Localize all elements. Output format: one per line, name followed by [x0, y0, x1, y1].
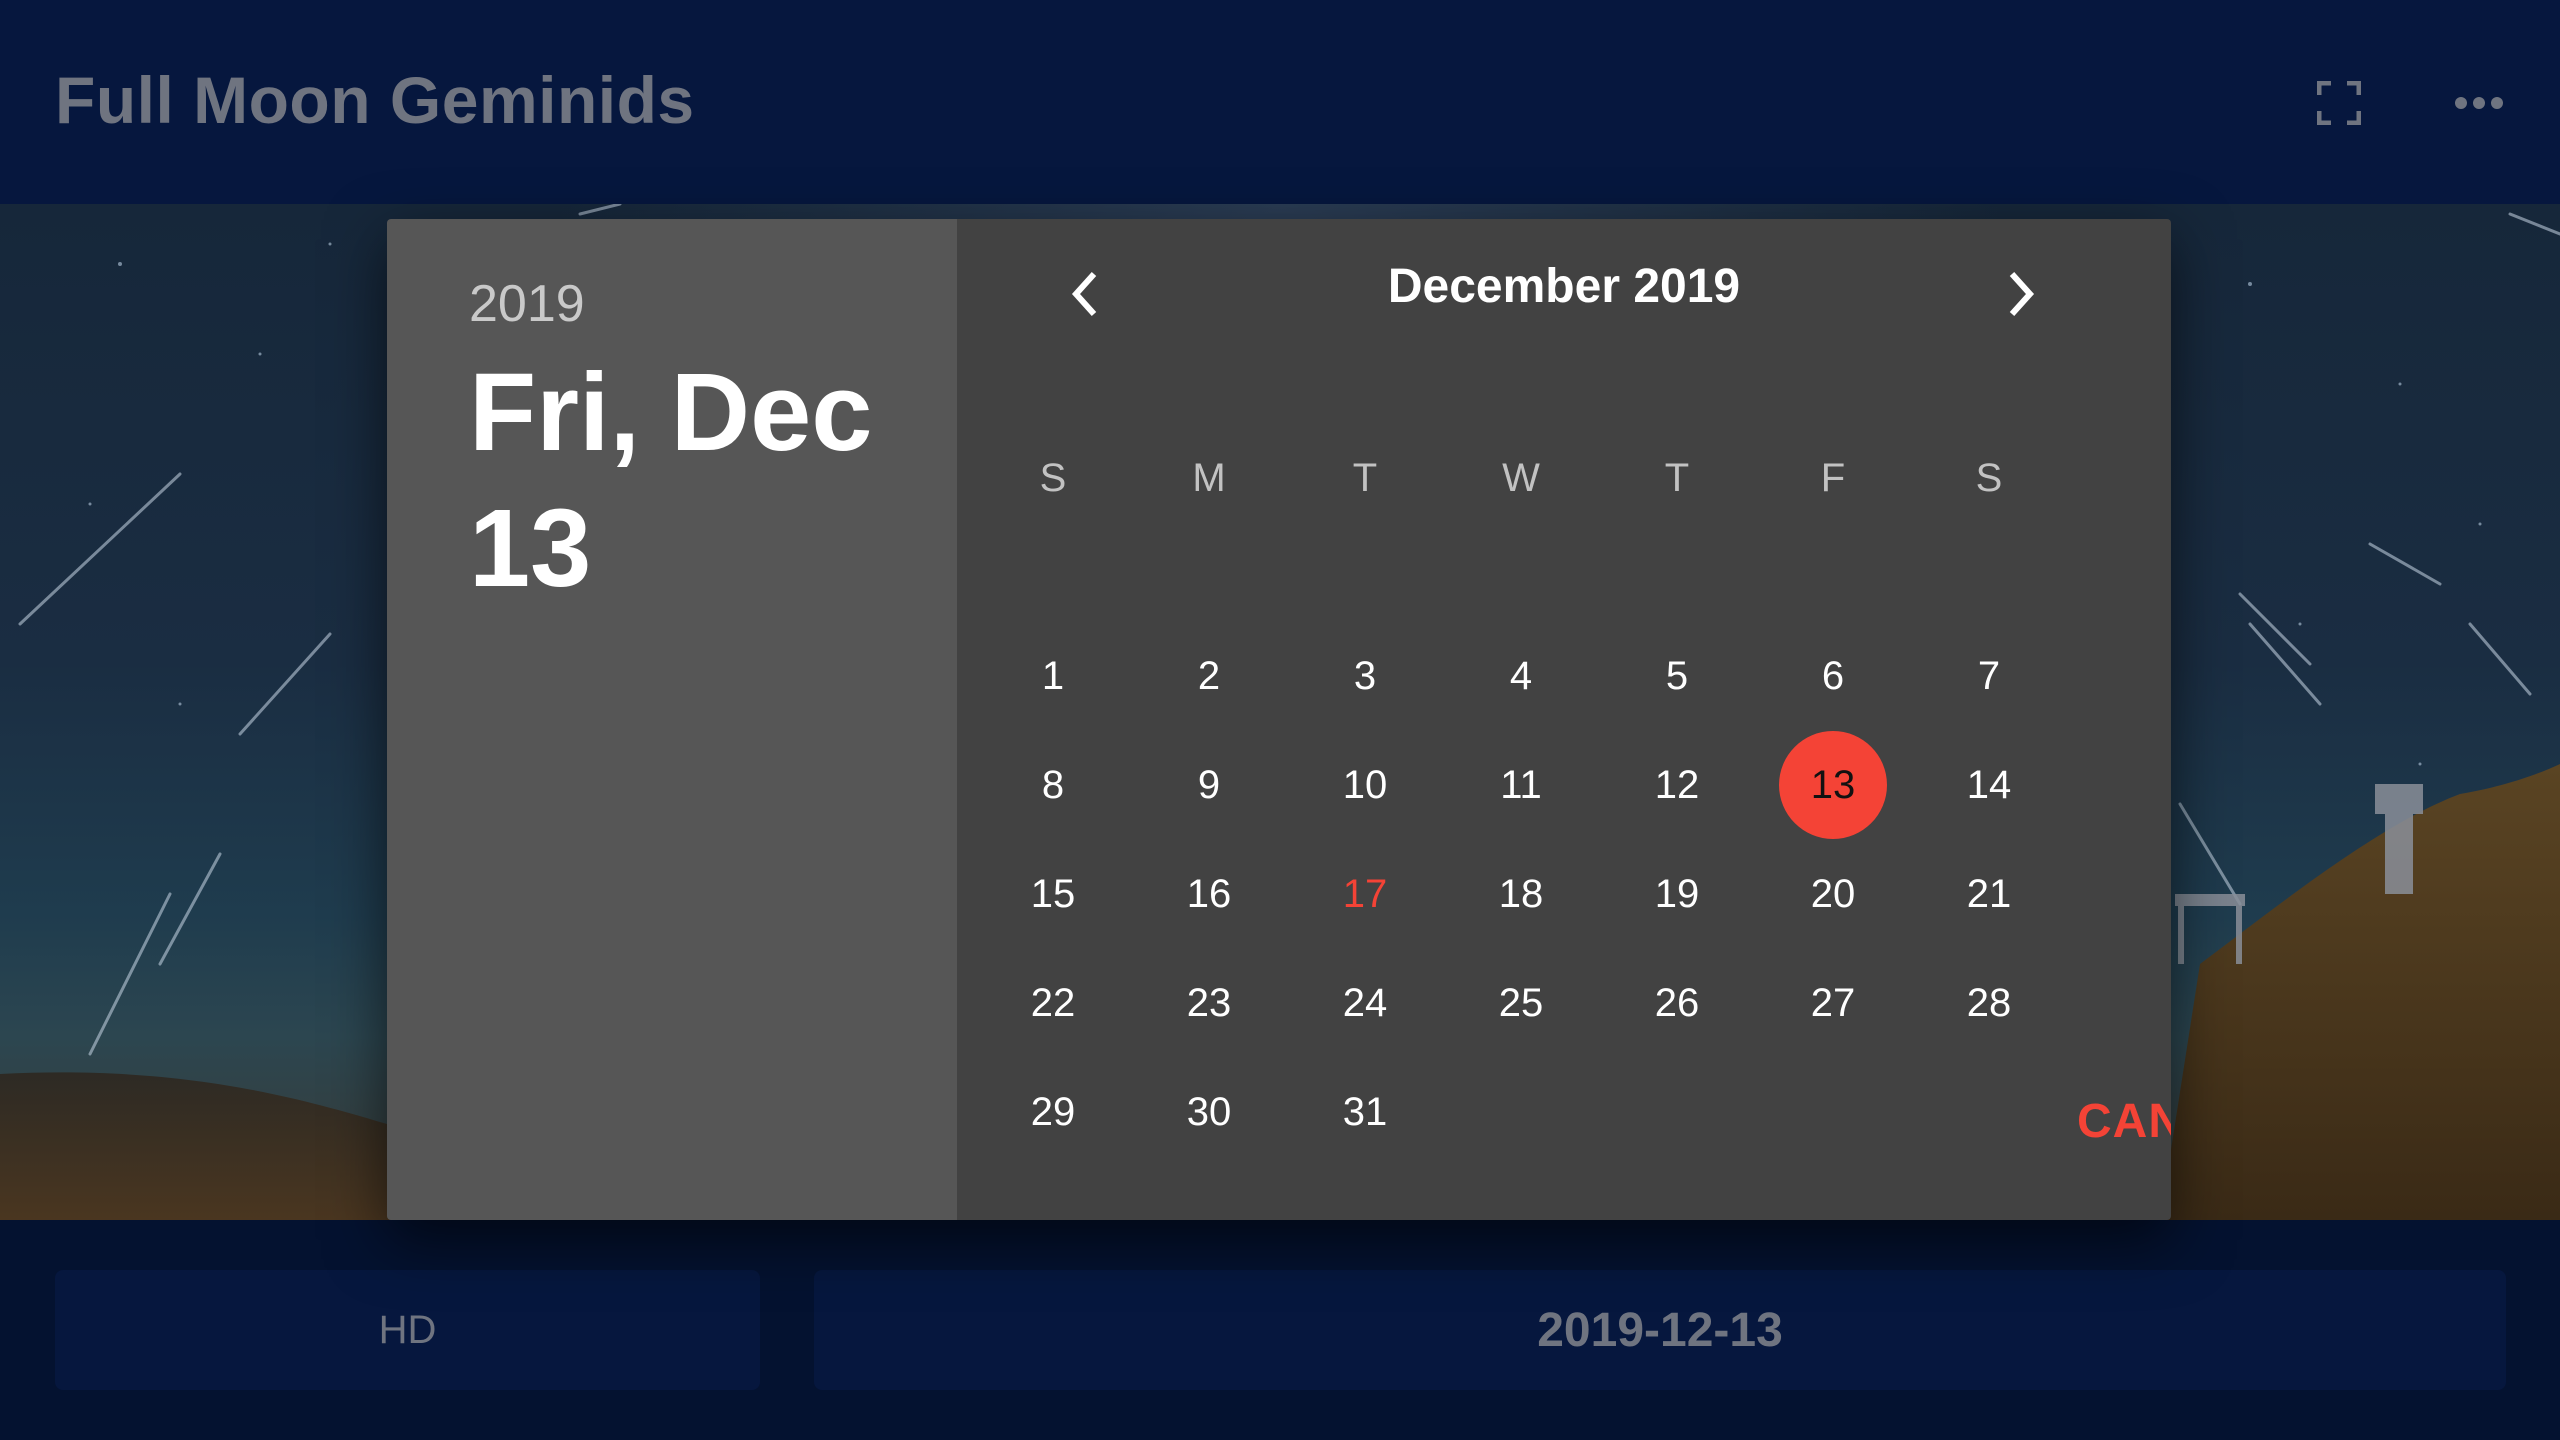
day-cell[interactable]: 16: [1155, 840, 1263, 948]
weekday-label: W: [1502, 455, 1540, 500]
date-button[interactable]: 2019-12-13: [814, 1270, 2506, 1390]
day-number: 19: [1654, 871, 1700, 916]
day-number: 16: [1186, 871, 1232, 916]
day-number: 18: [1498, 871, 1544, 916]
day-number: 30: [1186, 1089, 1232, 1134]
day-cell[interactable]: 8: [999, 731, 1107, 839]
day-cell[interactable]: 19: [1623, 840, 1731, 948]
weekday-label: F: [1820, 455, 1846, 500]
day-cell[interactable]: 10: [1311, 731, 1419, 839]
calendar-week-row: 29 30 31: [957, 1090, 2171, 1202]
day-number: 2: [1197, 653, 1221, 698]
day-number: 25: [1498, 980, 1544, 1025]
cancel-button[interactable]: CANCEL: [2077, 1094, 2171, 1149]
weekday-label: S: [1039, 455, 1067, 500]
selected-date-line-1: Fri, Dec: [469, 351, 873, 474]
app-title: Full Moon Geminids: [55, 63, 695, 137]
day-number: 7: [1977, 653, 2001, 698]
day-number: 12: [1654, 762, 1700, 807]
day-number: 3: [1353, 653, 1377, 698]
fullscreen-button[interactable]: [2304, 68, 2374, 138]
day-number: 1: [1041, 653, 1065, 698]
bottom-bar: HD 2019-12-13: [0, 1220, 2560, 1440]
day-cell[interactable]: 25: [1467, 949, 1575, 1057]
day-cell[interactable]: 24: [1311, 949, 1419, 1057]
day-cell[interactable]: 15: [999, 840, 1107, 948]
date-picker-dialog: 2019 Fri, Dec 13 December 2019 SMTWTFS 1…: [387, 219, 2171, 1220]
day-number: 11: [1500, 762, 1542, 807]
quality-button[interactable]: HD: [55, 1270, 760, 1390]
day-cell[interactable]: 12: [1623, 731, 1731, 839]
calendar-week-row: 22 23 24 25 26 27 28: [957, 981, 2171, 1093]
day-cell[interactable]: 28: [1935, 949, 2043, 1057]
day-cell[interactable]: 4: [1467, 622, 1575, 730]
day-cell[interactable]: 27: [1779, 949, 1887, 1057]
day-cell[interactable]: 22: [999, 949, 1107, 1057]
fullscreen-icon: [2317, 81, 2361, 125]
day-number: 23: [1186, 980, 1232, 1025]
day-number: 10: [1342, 762, 1388, 807]
day-cell[interactable]: 20: [1779, 840, 1887, 948]
selected-date-line-2: 13: [469, 487, 592, 610]
day-cell[interactable]: 31: [1311, 1058, 1419, 1166]
day-number: 4: [1509, 653, 1533, 698]
day-cell[interactable]: 14: [1935, 731, 2043, 839]
day-cell[interactable]: 6: [1779, 622, 1887, 730]
day-cell[interactable]: 1: [999, 622, 1107, 730]
day-number: 27: [1810, 980, 1856, 1025]
calendar-panel: December 2019 SMTWTFS 1 2 3 4 5 6 7 8 9 10 11 12 13 1…: [957, 219, 2171, 1220]
day-cell[interactable]: 11: [1467, 731, 1575, 839]
day-number: 22: [1030, 980, 1076, 1025]
day-number: 31: [1342, 1089, 1388, 1134]
more-options-button[interactable]: [2444, 68, 2514, 138]
day-number: 21: [1966, 871, 2012, 916]
day-number: 5: [1665, 653, 1689, 698]
weekday-label: T: [1352, 455, 1378, 500]
day-cell[interactable]: 9: [1155, 731, 1263, 839]
app-bar: Full Moon Geminids: [0, 0, 2560, 204]
next-month-button[interactable]: [1981, 254, 2061, 334]
day-number: 13: [1810, 762, 1856, 807]
day-cell[interactable]: 3: [1311, 622, 1419, 730]
day-cell[interactable]: 26: [1623, 949, 1731, 1057]
weekday-label: S: [1975, 455, 2003, 500]
day-number: 6: [1821, 653, 1845, 698]
more-horizontal-icon: [2455, 97, 2503, 109]
day-cell[interactable]: 2: [1155, 622, 1263, 730]
day-cell[interactable]: 17: [1311, 840, 1419, 948]
day-number: 24: [1342, 980, 1388, 1025]
day-number: 14: [1966, 762, 2012, 807]
chevron-right-icon: [2009, 271, 2035, 317]
day-number: 9: [1197, 762, 1221, 807]
weekday-label: M: [1192, 455, 1226, 500]
date-picker-header: 2019 Fri, Dec 13: [387, 219, 957, 1220]
day-number: 26: [1654, 980, 1700, 1025]
day-number: 17: [1342, 871, 1388, 916]
day-number: 20: [1810, 871, 1856, 916]
day-cell[interactable]: 29: [999, 1058, 1107, 1166]
day-cell[interactable]: 5: [1623, 622, 1731, 730]
day-cell[interactable]: 23: [1155, 949, 1263, 1057]
day-cell[interactable]: 30: [1155, 1058, 1263, 1166]
selected-year[interactable]: 2019: [469, 274, 585, 334]
app-root: Full Moon Geminids HD 2019-12-13 2019 Fr…: [0, 0, 2560, 1440]
day-number: 28: [1966, 980, 2012, 1025]
day-cell[interactable]: 21: [1935, 840, 2043, 948]
selected-day-cell[interactable]: 13: [1779, 731, 1887, 839]
day-number: 29: [1030, 1089, 1076, 1134]
day-number: 8: [1041, 762, 1065, 807]
day-cell[interactable]: 7: [1935, 622, 2043, 730]
day-number: 15: [1030, 871, 1076, 916]
weekday-label: T: [1664, 455, 1690, 500]
day-cell[interactable]: 18: [1467, 840, 1575, 948]
